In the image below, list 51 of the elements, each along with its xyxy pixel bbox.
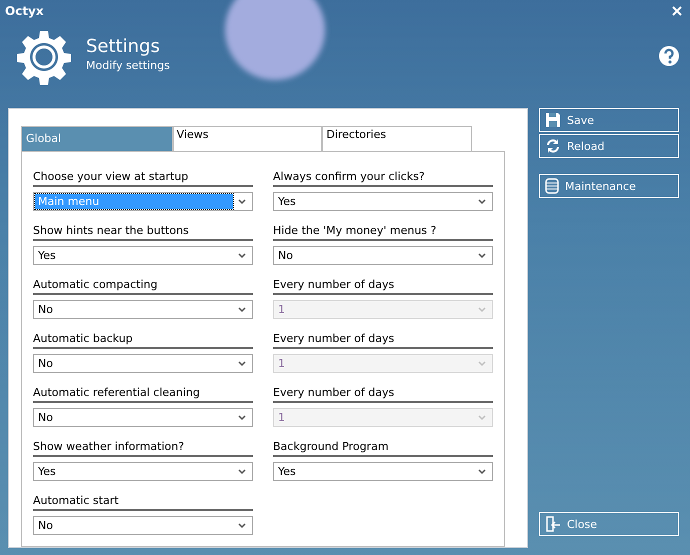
tab[interactable]: Global bbox=[21, 126, 173, 151]
field-label: Automatic compacting bbox=[33, 278, 253, 295]
side-button[interactable]: Reload bbox=[539, 134, 679, 158]
field-label: Every number of days bbox=[273, 386, 493, 403]
field-label: Show weather information? bbox=[33, 440, 253, 457]
dropdown-field[interactable]: Yes bbox=[273, 462, 493, 481]
dropdown-value: Main menu bbox=[35, 194, 233, 209]
side-button[interactable]: Maintenance bbox=[539, 174, 679, 198]
dropdown-value: 1 bbox=[277, 410, 286, 425]
dropdown-value: No bbox=[37, 410, 54, 425]
field-label: Automatic start bbox=[33, 494, 253, 511]
dropdown-field[interactable]: Yes bbox=[33, 246, 253, 265]
field-label: Automatic referential cleaning bbox=[33, 386, 253, 403]
tab[interactable]: Directories bbox=[322, 126, 472, 151]
dropdown-field[interactable]: No bbox=[33, 408, 253, 427]
dropdown-field[interactable]: Yes bbox=[33, 462, 253, 481]
dropdown-field[interactable]: No bbox=[33, 516, 253, 535]
field-label: Every number of days bbox=[273, 332, 493, 349]
dropdown-value: No bbox=[37, 302, 54, 317]
dropdown-value: No bbox=[277, 248, 294, 263]
dropdown-value: 1 bbox=[277, 302, 286, 317]
database-icon bbox=[545, 178, 559, 194]
dropdown-field[interactable]: No bbox=[273, 246, 493, 265]
dropdown-value: Yes bbox=[277, 464, 297, 479]
dropdown-field[interactable]: Yes bbox=[273, 192, 493, 211]
dropdown-value: No bbox=[37, 518, 54, 533]
dropdown-value: Yes bbox=[37, 464, 57, 479]
dropdown-field[interactable]: No bbox=[33, 354, 253, 373]
dropdown-field[interactable]: No bbox=[33, 300, 253, 319]
dropdown-value: 1 bbox=[277, 356, 286, 371]
close-icon[interactable] bbox=[672, 6, 682, 16]
field-label: Background Program bbox=[273, 440, 493, 457]
field-label: Automatic backup bbox=[33, 332, 253, 349]
dropdown-value: No bbox=[37, 356, 54, 371]
field-label: Always confirm your clicks? bbox=[273, 170, 493, 187]
page-title: Settings bbox=[86, 36, 161, 57]
field-label: Choose your view at startup bbox=[33, 170, 253, 187]
tab[interactable]: Views bbox=[172, 126, 322, 151]
gear-icon bbox=[16, 28, 72, 85]
field-label: Show hints near the buttons bbox=[33, 224, 253, 241]
page-subtitle: Modify settings bbox=[86, 58, 171, 72]
field-label: Hide the 'My money' menus ? bbox=[273, 224, 493, 241]
dropdown-value: Yes bbox=[277, 194, 297, 209]
exit-door-icon bbox=[545, 516, 561, 532]
close-button[interactable]: Close bbox=[539, 512, 679, 536]
side-button[interactable]: Save bbox=[539, 108, 679, 132]
help-icon[interactable] bbox=[658, 44, 680, 67]
dropdown-value: Yes bbox=[37, 248, 57, 263]
reload-icon bbox=[545, 138, 561, 154]
field-label: Every number of days bbox=[273, 278, 493, 295]
window-title: Octyx bbox=[5, 4, 44, 18]
